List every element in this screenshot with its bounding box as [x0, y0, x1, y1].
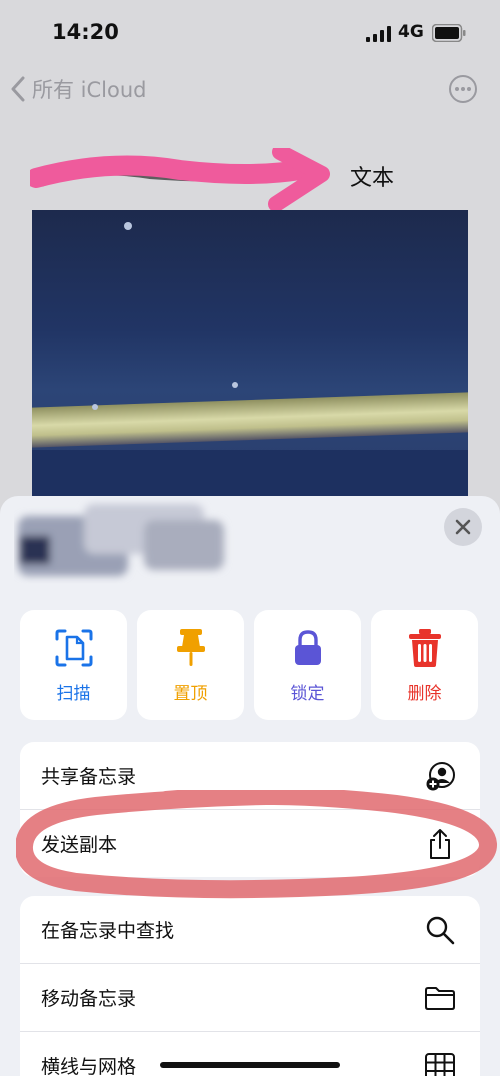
- back-label: 所有 iCloud: [32, 78, 147, 102]
- quick-actions: 扫描 置顶 锁定 删除: [20, 610, 480, 722]
- move-note-row[interactable]: 移动备忘录: [20, 964, 480, 1032]
- lines-grids-label: 横线与网格: [41, 1056, 137, 1076]
- photo-light: [124, 222, 132, 230]
- share-upload-icon: [430, 829, 450, 859]
- battery-icon: [432, 24, 466, 42]
- pin-button[interactable]: 置顶: [137, 610, 244, 720]
- lock-icon: [294, 629, 321, 665]
- find-in-note-row[interactable]: 在备忘录中查找: [20, 896, 480, 964]
- search-icon: [426, 916, 455, 945]
- scan-button[interactable]: 扫描: [20, 610, 127, 720]
- send-copy-label: 发送副本: [41, 834, 118, 856]
- redaction-arrow-mark: [30, 148, 330, 212]
- blurred-title: [18, 504, 224, 576]
- delete-label: 删除: [407, 683, 442, 704]
- folder-icon: [425, 987, 455, 1010]
- send-copy-row[interactable]: 发送副本: [20, 810, 480, 877]
- ellipsis-circle-icon[interactable]: [448, 74, 478, 104]
- pin-icon: [176, 628, 205, 666]
- share-person-icon: [426, 762, 455, 791]
- move-note-label: 移动备忘录: [41, 988, 137, 1010]
- share-note-label: 共享备忘录: [41, 766, 137, 788]
- trash-icon: [408, 628, 441, 667]
- scan-label: 扫描: [56, 683, 91, 704]
- pin-label: 置顶: [173, 683, 208, 704]
- photo-light: [232, 382, 238, 388]
- action-sheet: 扫描 置顶 锁定 删除 共享备忘录 发送副本 在备忘录中查找 移动备忘录 横线与…: [0, 496, 500, 1076]
- network-label: 4G: [398, 22, 424, 42]
- close-button[interactable]: [444, 508, 482, 546]
- chevron-left-icon: [11, 76, 25, 102]
- status-time: 14:20: [52, 20, 119, 44]
- find-in-note-label: 在备忘录中查找: [41, 920, 175, 942]
- home-indicator[interactable]: [160, 1062, 340, 1068]
- sheet-header: [0, 496, 500, 596]
- nav-bar: 所有 iCloud: [0, 64, 500, 116]
- grid-icon: [425, 1053, 455, 1076]
- scan-document-icon: [55, 629, 92, 666]
- close-icon: [455, 519, 471, 535]
- menu-group-share: 共享备忘录 发送副本: [20, 742, 480, 877]
- photo-light: [92, 404, 98, 410]
- menu-group-tools: 在备忘录中查找 移动备忘录 横线与网格: [20, 896, 480, 1076]
- lines-grids-row[interactable]: 横线与网格: [20, 1032, 480, 1076]
- share-note-row[interactable]: 共享备忘录: [20, 742, 480, 810]
- photo-ceiling-strip: [32, 392, 468, 448]
- lock-button[interactable]: 锁定: [254, 610, 361, 720]
- lock-label: 锁定: [290, 683, 325, 704]
- note-photo[interactable]: [32, 210, 468, 510]
- status-bar: 14:20 4G: [0, 0, 500, 64]
- delete-button[interactable]: 删除: [371, 610, 478, 720]
- note-text: 文本: [350, 166, 395, 191]
- signal-icon: [366, 26, 391, 42]
- back-button[interactable]: 所有 iCloud: [10, 74, 147, 104]
